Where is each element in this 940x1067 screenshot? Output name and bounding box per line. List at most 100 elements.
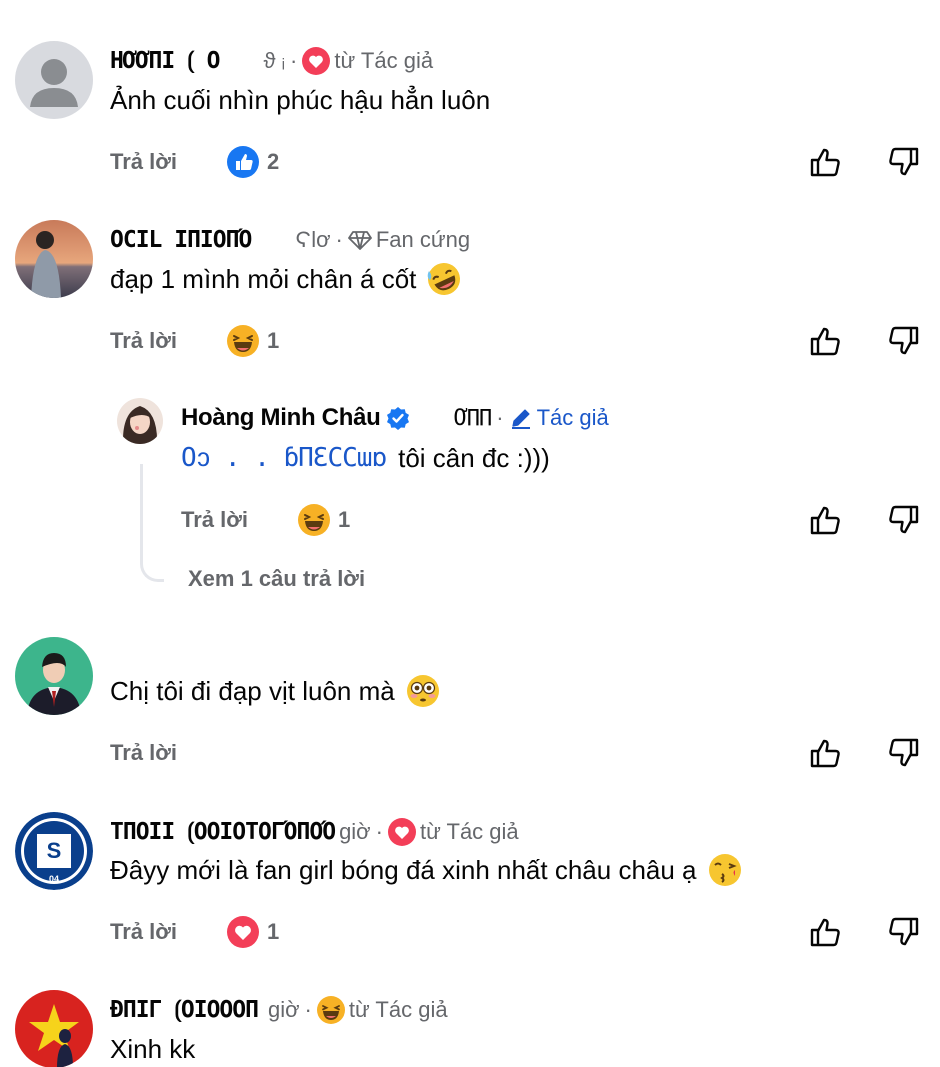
thumbs-up-icon <box>810 327 840 356</box>
kissing-emoji <box>707 852 743 888</box>
downvote-button[interactable] <box>887 736 921 770</box>
comment-body: Ảnh cuối nhìn phúc hậu hẳn luôn <box>110 82 490 118</box>
comment-header: TΠΟΙΙ ⟮ΟΟΙΟΤΟΓΌΠΟΌ giờ · từ Tác giả <box>110 815 519 849</box>
commenter-name[interactable]: OCIL ΙΠΙΟΠΌ <box>110 227 252 253</box>
comment-actions: Trả lời 1 <box>110 912 279 952</box>
reply-meta: ƠΠΠ · Tác giả <box>454 405 609 431</box>
avatar-default[interactable] <box>15 41 93 119</box>
author-badge: từ Tác giả <box>348 997 448 1022</box>
upvote-button[interactable] <box>808 503 842 537</box>
comment-body: đạp 1 mình mỏi chân á cốt <box>110 261 462 297</box>
pencil-icon <box>509 406 533 430</box>
comment-header: OCIL ΙΠΙΟΠΌ Ϛlơ · Fan cứng <box>110 223 470 257</box>
comment-meta: giờ · từ Tác giả <box>339 818 519 846</box>
comment-text: đạp 1 mình mỏi chân á cốt <box>110 263 417 294</box>
avatar-suit[interactable] <box>15 637 93 715</box>
avatar-sunset[interactable] <box>15 220 93 298</box>
comment-text: Chị tôi đi đạp vịt luôn mà <box>110 675 395 706</box>
comments-page: HƠƠΠI ⟮ O ϑ ᵢ · từ Tác giả Ảnh cuối nhìn… <box>0 0 940 1067</box>
author-badge: từ Tác giả <box>334 48 434 73</box>
avatar-club-logo[interactable]: S 04 <box>15 812 93 890</box>
comment-meta: Ϛlơ · Fan cứng <box>295 227 471 253</box>
comment-time[interactable]: Ϛlơ <box>295 227 330 253</box>
comment-actions: Trả lời <box>110 733 177 773</box>
profile-photo <box>15 220 93 298</box>
verified-badge-icon <box>386 406 410 430</box>
author-badge: từ Tác giả <box>419 819 519 844</box>
upvote-button[interactable] <box>808 145 842 179</box>
avatar-flag[interactable] <box>15 990 93 1067</box>
reply-time[interactable]: ƠΠΠ <box>454 406 492 431</box>
reaction-count: 1 <box>267 328 280 353</box>
commenter-name[interactable]: HƠƠΠI ⟮ O <box>110 48 220 74</box>
reaction-summary[interactable]: 1 <box>298 504 350 536</box>
downvote-button[interactable] <box>887 324 921 358</box>
reply-button[interactable]: Trả lời <box>110 740 177 766</box>
heart-reaction-icon <box>302 47 331 75</box>
svg-text:S: S <box>47 838 62 863</box>
thumbs-up-icon <box>810 739 840 768</box>
reaction-count: 2 <box>267 149 280 174</box>
reply-body: Oↄ . . ɓΠƐϹϹɯɒ tôi cân đc :))) <box>181 440 550 476</box>
commenter-name[interactable]: TΠΟΙΙ ⟮ΟΟΙΟΤΟΓΌΠΟΌ <box>110 819 336 845</box>
haha-reaction-icon <box>316 996 345 1024</box>
thumbs-down-icon <box>889 917 919 946</box>
thumbs-down-icon <box>889 738 919 767</box>
thread-connector <box>140 464 164 582</box>
upvote-button[interactable] <box>808 915 842 949</box>
reaction-count: 1 <box>338 507 351 532</box>
thumbs-down-icon <box>889 326 919 355</box>
reply-button[interactable]: Trả lời <box>110 919 177 945</box>
comment-body: Xinh kk <box>110 1031 195 1067</box>
comment-actions: Trả lời 1 <box>110 321 279 361</box>
comment-text: Xinh kk <box>110 1033 196 1064</box>
comment-header: ĐΠΙΓ ⟮ΟΙΟΟΟΠ giờ · từ Tác giả <box>110 993 448 1027</box>
default-user-icon <box>15 41 93 119</box>
thumbs-down-icon <box>889 505 919 534</box>
upvote-button[interactable] <box>808 324 842 358</box>
avatar-reply-author[interactable] <box>117 398 163 444</box>
reaction-summary[interactable]: 2 <box>227 146 279 178</box>
comment-time[interactable]: giờ <box>339 819 371 845</box>
downvote-button[interactable] <box>887 503 921 537</box>
comment-meta: ϑ ᵢ · từ Tác giả <box>263 47 434 75</box>
rofl-emoji <box>426 261 462 297</box>
author-badge: Tác giả <box>536 405 609 430</box>
thumbs-up-icon <box>810 918 840 947</box>
see-more-replies-link[interactable]: Xem 1 câu trả lời <box>188 566 365 592</box>
comment-meta: giờ · từ Tác giả <box>267 996 448 1024</box>
vietnam-flag-icon <box>15 990 93 1067</box>
downvote-button[interactable] <box>887 915 921 949</box>
reply-button[interactable]: Trả lời <box>110 149 177 175</box>
comment-time[interactable]: giờ <box>268 997 300 1023</box>
love-reaction-icon <box>227 916 259 948</box>
comment-body: Đâyy mới là fan girl bóng đá xinh nhất c… <box>110 852 743 888</box>
comment-text: Ảnh cuối nhìn phúc hậu hẳn luôn <box>110 84 491 115</box>
commenter-name[interactable]: ĐΠΙΓ ⟮ΟΙΟΟΟΠ <box>110 997 259 1023</box>
reaction-count: 1 <box>267 919 280 944</box>
fan-badge: Fan cứng <box>375 227 471 252</box>
reply-button[interactable]: Trả lời <box>110 328 177 354</box>
like-reaction-icon <box>227 146 259 178</box>
upvote-button[interactable] <box>808 736 842 770</box>
svg-text:04: 04 <box>49 874 59 884</box>
mention-link[interactable]: Oↄ . . ɓΠƐϹϹɯɒ <box>181 443 387 474</box>
reply-button[interactable]: Trả lời <box>181 507 248 533</box>
reply-author-name[interactable]: Hoàng Minh Châu <box>181 404 381 432</box>
downvote-button[interactable] <box>887 145 921 179</box>
reaction-summary[interactable]: 1 <box>227 916 279 948</box>
thumbs-up-icon <box>810 148 840 177</box>
haha-reaction-icon <box>298 504 330 536</box>
haha-reaction-icon <box>227 325 259 357</box>
comment-header: HƠƠΠI ⟮ O ϑ ᵢ · từ Tác giả <box>110 44 433 78</box>
comment-body: Chị tôi đi đạp vịt luôn mà <box>110 673 441 709</box>
profile-photo <box>117 398 163 444</box>
flushed-emoji <box>405 673 441 709</box>
reaction-summary[interactable]: 1 <box>227 325 279 357</box>
reply-text: tôi cân đc :))) <box>398 442 550 473</box>
reply-actions: Trả lời 1 <box>181 500 350 540</box>
comment-time[interactable]: ϑ ᵢ <box>263 48 285 74</box>
thumbs-up-icon <box>810 506 840 535</box>
profile-photo <box>15 637 93 715</box>
comment-actions: Trả lời 2 <box>110 142 279 182</box>
